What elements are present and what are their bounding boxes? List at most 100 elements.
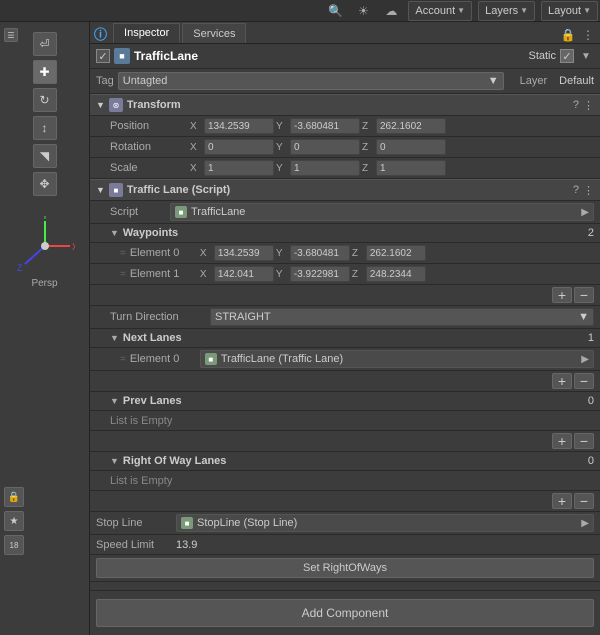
next-lane-drag-icon: = (120, 354, 126, 365)
script-section-header[interactable]: ▼ ■ Traffic Lane (Script) ? ⋮ (90, 179, 600, 201)
right-of-way-remove-button[interactable]: − (574, 493, 594, 509)
sun-icon[interactable]: ☀ (350, 1, 376, 21)
prev-lanes-remove-button[interactable]: − (574, 433, 594, 449)
prev-lanes-label: Prev Lanes (123, 395, 588, 407)
waypoints-header[interactable]: ▼ Waypoints 2 (90, 224, 600, 243)
scale-y-input[interactable] (290, 160, 360, 176)
transform-help-icon[interactable]: ? (573, 99, 579, 112)
star-icon[interactable]: ★ (4, 511, 24, 531)
waypoints-remove-button[interactable]: − (574, 287, 594, 303)
script-link-icon[interactable]: ▶ (581, 207, 589, 218)
svg-text:Z: Z (17, 263, 23, 273)
scale-tool[interactable]: ↕ (33, 116, 57, 140)
elem0-z-input[interactable] (366, 245, 426, 261)
layout-dropdown[interactable]: Layout ▼ (541, 1, 598, 21)
elem0-z-field: Z (352, 245, 426, 261)
transform-section-header[interactable]: ▼ ⊛ Transform ? ⋮ (90, 94, 600, 116)
layer-value: Default (559, 75, 594, 87)
layer-label: Layer (520, 75, 548, 87)
turn-direction-dropdown[interactable]: STRAIGHT ▼ (210, 308, 594, 326)
tab-services[interactable]: Services (182, 23, 246, 43)
tab-bar: ⓘ Inspector Services 🔒 ⋮ (90, 22, 600, 44)
right-of-way-header[interactable]: ▼ Right Of Way Lanes 0 (90, 452, 600, 471)
position-z-input[interactable] (376, 118, 446, 134)
rect-tool[interactable]: ◥ (33, 144, 57, 168)
static-checkbox[interactable]: ✓ (560, 49, 574, 63)
object-name: TrafficLane (134, 49, 524, 63)
lock-tab-icon[interactable]: 🔒 (560, 27, 576, 43)
waypoints-collapse-icon: ▼ (110, 228, 119, 238)
script-file-icon: ■ (175, 206, 187, 218)
rotate-tool[interactable]: ↻ (33, 88, 57, 112)
next-lanes-header[interactable]: ▼ Next Lanes 1 (90, 329, 600, 348)
search-icon[interactable]: 🔍 (322, 1, 348, 21)
scale-y-field: Y (276, 160, 360, 176)
stop-line-row: Stop Line ■ StopLine (Stop Line) ▶ (90, 512, 600, 535)
tag-dropdown[interactable]: Untagted ▼ (118, 72, 504, 90)
position-y-input[interactable] (290, 118, 360, 134)
transform-tool[interactable]: ✥ (33, 172, 57, 196)
more-tab-icon[interactable]: ⋮ (580, 27, 596, 43)
script-row: Script ■ TrafficLane ▶ (90, 201, 600, 224)
turn-direction-label: Turn Direction (110, 311, 210, 323)
static-dropdown-icon[interactable]: ▼ (578, 48, 594, 64)
rotation-x-input[interactable] (204, 139, 274, 155)
drag-handle-icon: = (120, 248, 126, 259)
tag-layer-row: Tag Untagted ▼ Layer Default (90, 69, 600, 94)
layers-dropdown[interactable]: Layers ▼ (478, 1, 535, 21)
script-value[interactable]: ■ TrafficLane ▶ (170, 203, 594, 221)
waypoints-add-button[interactable]: + (552, 287, 572, 303)
elem0-x-input[interactable] (214, 245, 274, 261)
stop-line-value[interactable]: ■ StopLine (Stop Line) ▶ (176, 514, 594, 532)
scale-x-input[interactable] (204, 160, 274, 176)
scale-z-field: Z (362, 160, 446, 176)
script-menu-icon[interactable]: ⋮ (583, 184, 594, 197)
stop-line-link-icon[interactable]: ▶ (581, 518, 589, 529)
next-lanes-element-0: = Element 0 ■ TrafficLane (Traffic Lane)… (90, 348, 600, 371)
hand-tool[interactable]: ⏎ (33, 32, 57, 56)
next-lanes-add-remove: + − (90, 371, 600, 392)
script-field-label: Script (110, 206, 170, 218)
account-dropdown[interactable]: Account ▼ (408, 1, 472, 21)
next-lane-0-value[interactable]: ■ TrafficLane (Traffic Lane) ▶ (200, 350, 594, 368)
set-rightofways-button[interactable]: Set RightOfWays (96, 558, 594, 578)
scale-label: Scale (110, 162, 190, 174)
top-menu-bar: 🔍 ☀ ☁ Account ▼ Layers ▼ Layout ▼ (0, 0, 600, 22)
next-lanes-label: Next Lanes (123, 332, 588, 344)
lock-icon[interactable]: 🔒 (4, 487, 24, 507)
turn-direction-arrow-icon: ▼ (578, 311, 589, 323)
elem1-y-input[interactable] (290, 266, 350, 282)
prev-lanes-add-button[interactable]: + (552, 433, 572, 449)
script-help-icon[interactable]: ? (573, 184, 579, 197)
account-arrow-icon: ▼ (457, 6, 465, 15)
rotation-y-input[interactable] (290, 139, 360, 155)
static-label-text: Static (528, 50, 556, 62)
next-lane-link-icon[interactable]: ▶ (581, 354, 589, 365)
elem1-x-input[interactable] (214, 266, 274, 282)
tab-inspector[interactable]: Inspector (113, 23, 180, 43)
menu-icon[interactable]: ☰ (4, 28, 18, 42)
cloud-icon[interactable]: ☁ (378, 1, 404, 21)
scale-z-input[interactable] (376, 160, 446, 176)
svg-text:Y: Y (42, 216, 48, 221)
turn-direction-row: Turn Direction STRAIGHT ▼ (90, 306, 600, 329)
scale-x-field: X (190, 160, 274, 176)
svg-text:X: X (72, 242, 75, 252)
elem1-z-input[interactable] (366, 266, 426, 282)
inspector-info-icon: ⓘ (90, 23, 111, 43)
next-lanes-add-button[interactable]: + (552, 373, 572, 389)
right-of-way-label: Right Of Way Lanes (123, 455, 588, 467)
position-x-input[interactable] (204, 118, 274, 134)
elem1-z-field: Z (352, 266, 426, 282)
add-component-button[interactable]: Add Component (96, 599, 594, 627)
move-tool[interactable]: ✚ (33, 60, 57, 84)
prev-lanes-header[interactable]: ▼ Prev Lanes 0 (90, 392, 600, 411)
object-active-checkbox[interactable]: ✓ (96, 49, 110, 63)
rotation-z-input[interactable] (376, 139, 446, 155)
transform-menu-icon[interactable]: ⋮ (583, 99, 594, 112)
right-of-way-add-button[interactable]: + (552, 493, 572, 509)
next-lane-0-label: Element 0 (130, 353, 200, 365)
layers-small-icon[interactable]: 18 (4, 535, 24, 555)
next-lanes-remove-button[interactable]: − (574, 373, 594, 389)
elem0-y-input[interactable] (290, 245, 350, 261)
